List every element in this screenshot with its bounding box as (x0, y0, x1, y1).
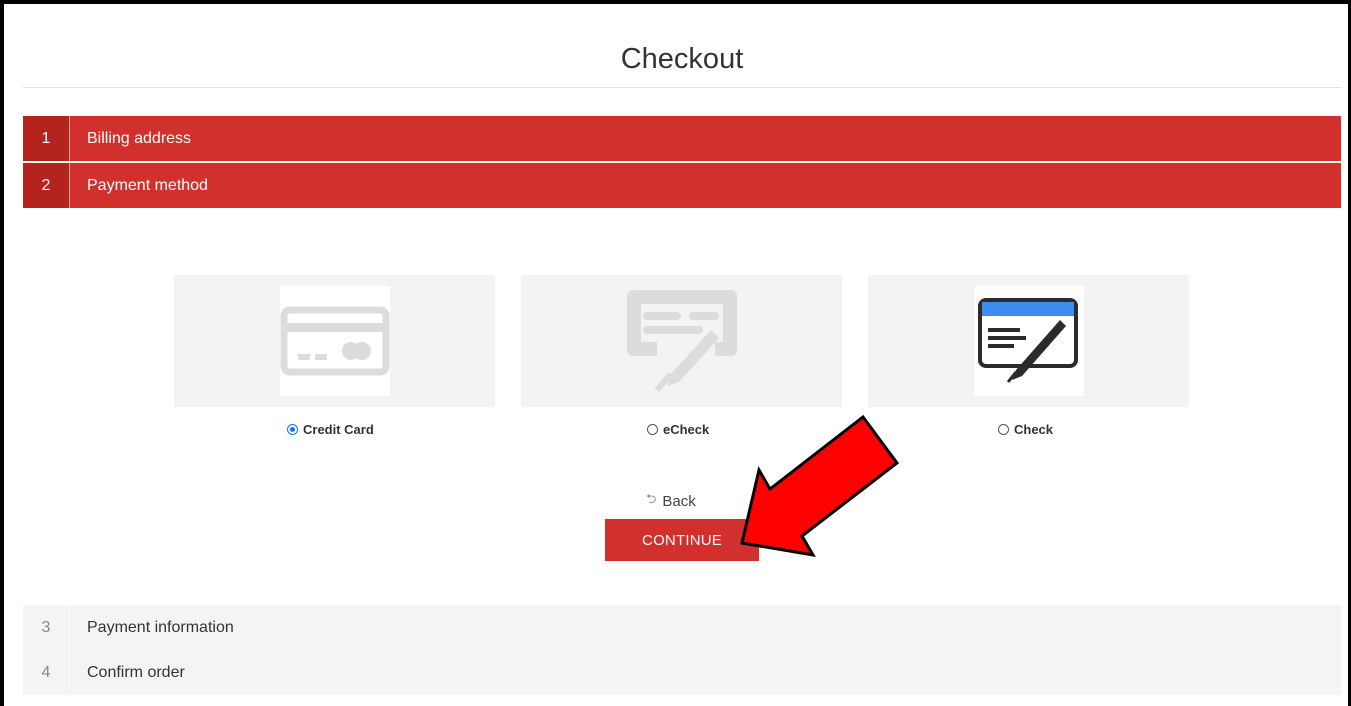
radio-button-checked[interactable] (287, 423, 298, 435)
step-number: 4 (23, 650, 70, 695)
option-label: Check (1014, 421, 1054, 437)
radio-credit-card[interactable]: Credit Card (287, 419, 374, 439)
back-link[interactable]: ⮌ Back (646, 490, 696, 512)
page-title: Checkout (23, 34, 1341, 88)
check-icon (974, 286, 1084, 396)
radio-check[interactable]: Check (998, 419, 1053, 439)
step-number: 3 (23, 605, 70, 650)
back-arrow-icon: ⮌ (646, 491, 657, 506)
step-label: Payment information (87, 618, 234, 636)
step-label: Billing address (87, 129, 192, 147)
step-label: Payment method (87, 176, 208, 194)
back-label: Back (662, 492, 696, 510)
step-number: 1 (23, 116, 70, 161)
step-payment-information[interactable]: 3 Payment information (23, 605, 1341, 650)
annotation-arrow-icon (740, 414, 900, 558)
credit-card-icon (280, 286, 390, 396)
step-label: Confirm order (87, 663, 185, 681)
payment-option-check[interactable] (868, 275, 1189, 407)
radio-button[interactable] (998, 423, 1009, 435)
option-label: Credit Card (303, 421, 374, 437)
echeck-icon (627, 286, 737, 396)
step-number: 2 (23, 163, 70, 208)
step-payment-method[interactable]: 2 Payment method (23, 163, 1341, 208)
payment-option-credit-card[interactable] (174, 275, 495, 407)
payment-option-echeck[interactable] (521, 275, 842, 407)
radio-button[interactable] (647, 423, 658, 435)
step-confirm-order[interactable]: 4 Confirm order (23, 650, 1341, 695)
step-billing-address[interactable]: 1 Billing address (23, 116, 1341, 161)
